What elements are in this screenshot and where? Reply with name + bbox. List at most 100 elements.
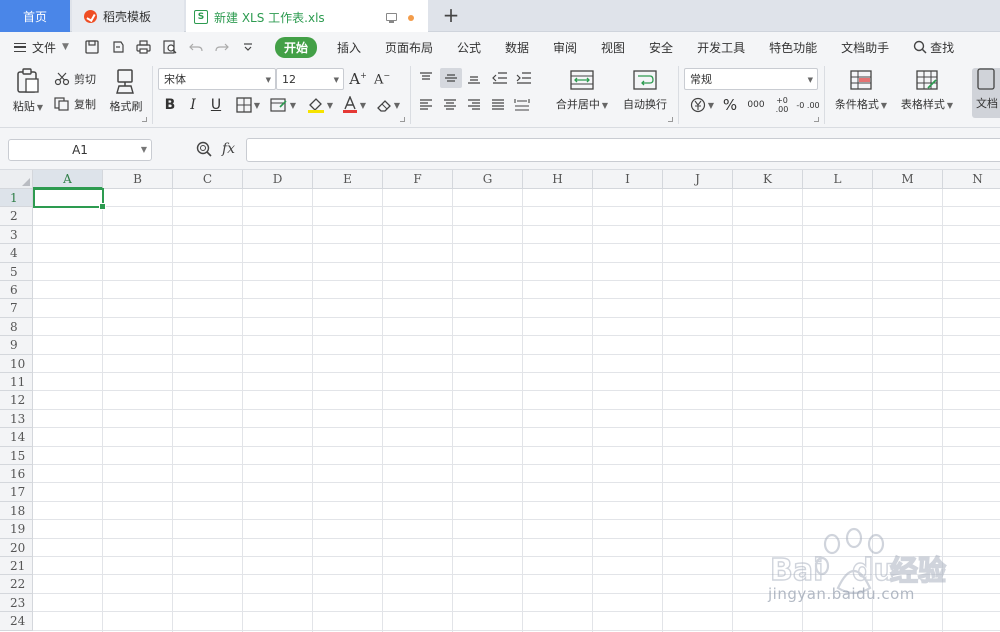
merge-center-button[interactable]: 合并居中 ▼: [553, 70, 611, 112]
align-top-button[interactable]: [416, 68, 436, 88]
column-header-b[interactable]: B: [103, 170, 173, 189]
align-right-button[interactable]: [464, 95, 484, 115]
align-center-button[interactable]: [440, 95, 460, 115]
column-header-n[interactable]: N: [943, 170, 1000, 189]
row-header-21[interactable]: 21: [0, 557, 33, 576]
zoom-search-icon[interactable]: [196, 141, 212, 157]
percent-style-button[interactable]: %: [720, 95, 740, 115]
select-all-corner[interactable]: [0, 170, 33, 189]
cut-button[interactable]: 剪切: [54, 71, 96, 87]
row-header-4[interactable]: 4: [0, 244, 33, 263]
row-header-14[interactable]: 14: [0, 428, 33, 447]
clear-format-button[interactable]: ▼: [374, 95, 402, 115]
italic-button[interactable]: I: [183, 95, 203, 115]
row-header-5[interactable]: 5: [0, 262, 33, 281]
distributed-align-button[interactable]: [512, 95, 532, 115]
column-header-d[interactable]: D: [243, 170, 313, 189]
tab-data[interactable]: 数据: [505, 39, 529, 56]
new-tab-plus-icon[interactable]: +: [440, 5, 462, 27]
insert-function-button[interactable]: fx: [222, 141, 235, 157]
formula-input[interactable]: [246, 138, 1000, 162]
increase-decimal-button[interactable]: +0 .00: [770, 95, 794, 115]
tab-document[interactable]: S 新建 XLS 工作表.xls: [186, 0, 428, 32]
row-header-18[interactable]: 18: [0, 501, 33, 521]
fill-pattern-button[interactable]: ▼: [268, 95, 298, 115]
tab-template[interactable]: 稻壳模板: [72, 0, 184, 32]
decrease-decimal-button[interactable]: -0 .00: [796, 95, 820, 115]
align-left-button[interactable]: [416, 95, 436, 115]
number-group-expander[interactable]: [814, 117, 819, 122]
font-group-expander[interactable]: [400, 117, 405, 122]
tab-special-features[interactable]: 特色功能: [769, 39, 817, 56]
copy-button[interactable]: 复制: [54, 96, 96, 112]
underline-button[interactable]: U: [206, 95, 226, 115]
row-header-9[interactable]: 9: [0, 336, 33, 355]
row-header-7[interactable]: 7: [0, 299, 33, 318]
increase-font-size-button[interactable]: A+: [348, 69, 368, 89]
font-size-select[interactable]: 12 ▼: [276, 68, 344, 90]
number-format-select[interactable]: 常规 ▼: [684, 68, 818, 90]
row-header-24[interactable]: 24: [0, 612, 33, 631]
row-header-1[interactable]: 1: [0, 189, 33, 208]
column-header-j[interactable]: J: [663, 170, 733, 189]
save-icon[interactable]: [83, 38, 101, 56]
row-header-17[interactable]: 17: [0, 483, 33, 502]
tab-doc-assistant[interactable]: 文档助手: [841, 39, 889, 56]
row-header-22[interactable]: 22: [0, 575, 33, 594]
search-button[interactable]: 查找: [913, 39, 954, 56]
row-header-8[interactable]: 8: [0, 317, 33, 337]
decrease-font-size-button[interactable]: A−: [372, 69, 392, 89]
bold-button[interactable]: B: [160, 95, 180, 115]
tab-page-layout[interactable]: 页面布局: [385, 39, 433, 56]
format-painter-button[interactable]: 格式刷: [106, 68, 146, 114]
column-header-l[interactable]: L: [803, 170, 873, 189]
row-header-15[interactable]: 15: [0, 446, 33, 465]
wrap-text-button[interactable]: 自动换行: [620, 70, 670, 112]
align-bottom-button[interactable]: [464, 68, 484, 88]
column-header-c[interactable]: C: [173, 170, 243, 189]
column-header-m[interactable]: M: [873, 170, 943, 189]
decrease-indent-button[interactable]: [490, 68, 510, 88]
column-header-g[interactable]: G: [453, 170, 523, 189]
row-header-20[interactable]: 20: [0, 538, 33, 557]
redo-icon[interactable]: [213, 38, 231, 56]
column-header-k[interactable]: K: [733, 170, 803, 189]
print-icon[interactable]: [135, 38, 153, 56]
column-header-h[interactable]: H: [523, 170, 593, 189]
tab-home[interactable]: 首页: [0, 0, 70, 32]
export-pdf-icon[interactable]: [109, 38, 127, 56]
increase-indent-button[interactable]: [514, 68, 534, 88]
monitor-icon[interactable]: [386, 13, 397, 23]
document-button[interactable]: 文档: [972, 68, 1000, 118]
column-header-i[interactable]: I: [593, 170, 663, 189]
alignment-group-expander[interactable]: [668, 117, 673, 122]
column-header-f[interactable]: F: [383, 170, 453, 189]
clipboard-group-expander[interactable]: [142, 117, 147, 122]
borders-button[interactable]: ▼: [234, 95, 262, 115]
font-name-select[interactable]: 宋体 ▼: [158, 68, 276, 90]
file-menu-button[interactable]: 文件 ▼: [14, 39, 69, 56]
active-cell-selection[interactable]: [33, 188, 106, 210]
conditional-format-button[interactable]: 条件格式 ▼: [832, 70, 890, 112]
tab-security[interactable]: 安全: [649, 39, 673, 56]
table-style-button[interactable]: 表格样式 ▼: [898, 70, 956, 112]
print-preview-icon[interactable]: [161, 38, 179, 56]
thousands-separator-button[interactable]: 000: [744, 95, 768, 115]
name-box[interactable]: A1 ▼: [8, 139, 152, 161]
row-header-16[interactable]: 16: [0, 465, 33, 484]
column-header-e[interactable]: E: [313, 170, 383, 189]
row-header-3[interactable]: 3: [0, 225, 33, 245]
justify-button[interactable]: [488, 95, 508, 115]
column-header-a[interactable]: A: [33, 170, 103, 189]
row-header-10[interactable]: 10: [0, 354, 33, 373]
undo-icon[interactable]: [187, 38, 205, 56]
customize-toolbar-icon[interactable]: [239, 38, 257, 56]
row-header-23[interactable]: 23: [0, 593, 33, 613]
row-header-6[interactable]: 6: [0, 281, 33, 300]
row-header-19[interactable]: 19: [0, 520, 33, 539]
tab-start[interactable]: 开始: [274, 36, 317, 58]
tab-view[interactable]: 视图: [601, 39, 625, 56]
tab-review[interactable]: 审阅: [553, 39, 577, 56]
row-header-12[interactable]: 12: [0, 391, 33, 410]
row-header-2[interactable]: 2: [0, 207, 33, 226]
